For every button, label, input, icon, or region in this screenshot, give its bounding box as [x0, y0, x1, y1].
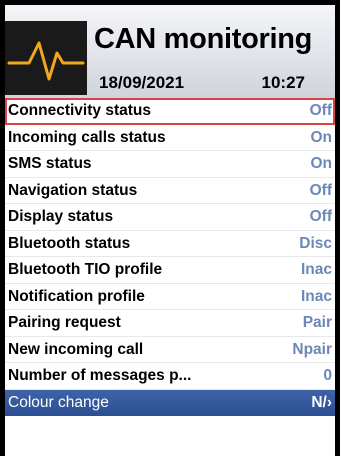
- pulse-waveform-icon: [5, 21, 87, 95]
- header: CAN monitoring 18/09/2021 10:27: [5, 5, 335, 98]
- list-item-colour-change[interactable]: Colour change N/›: [5, 389, 335, 416]
- list-item-bluetooth-tio-profile[interactable]: Bluetooth TIO profile Inac: [5, 257, 335, 284]
- list-item-label: Number of messages p...: [8, 367, 192, 384]
- list-item-label: SMS status: [8, 155, 92, 172]
- list-item-sms-status[interactable]: SMS status On: [5, 151, 335, 178]
- list-item-notification-profile[interactable]: Notification profile Inac: [5, 284, 335, 310]
- page-title: CAN monitoring: [94, 23, 313, 55]
- list-item-value: Off: [309, 208, 332, 225]
- list-item-value: Pair: [302, 314, 332, 331]
- list-item-value: On: [310, 155, 332, 172]
- list-item-connectivity-status[interactable]: Connectivity status Off: [5, 98, 335, 125]
- list-item-label: Navigation status: [8, 181, 138, 199]
- list-item-value: Off: [309, 181, 332, 199]
- list-item-label: Incoming calls status: [8, 128, 166, 146]
- list-item-label: Connectivity status: [8, 102, 151, 119]
- list-item-value: Inac: [300, 261, 332, 278]
- list-item-value: 0: [323, 367, 332, 384]
- list-item-label: Colour change: [8, 393, 109, 411]
- list-item-value: Off: [309, 102, 332, 119]
- list-item-label: Display status: [8, 208, 114, 225]
- device-frame: CAN monitoring 18/09/2021 10:27 Connecti…: [0, 0, 340, 456]
- list-item-value: Npair: [292, 340, 332, 358]
- list-item-label: Bluetooth status: [8, 234, 131, 252]
- list-item-label: Pairing request: [8, 314, 121, 331]
- value-text: N/: [311, 393, 327, 411]
- list-item-label: New incoming call: [8, 340, 144, 358]
- list-item-label: Notification profile: [8, 287, 145, 305]
- list-item-value: N/›: [311, 394, 332, 412]
- list-item-bluetooth-status[interactable]: Bluetooth status Disc: [5, 231, 335, 257]
- list-item-incoming-calls-status[interactable]: Incoming calls status On: [5, 125, 335, 151]
- list-item-new-incoming-call[interactable]: New incoming call Npair: [5, 337, 335, 363]
- time-display: 10:27: [261, 73, 305, 92]
- list-item-label: Bluetooth TIO profile: [8, 261, 163, 278]
- chevron-right-icon: ›: [326, 393, 332, 411]
- list-item-display-status[interactable]: Display status Off: [5, 204, 335, 231]
- list-item-value: Inac: [300, 287, 332, 305]
- list-item-value: Disc: [299, 234, 332, 252]
- status-list: Connectivity status Off Incoming calls s…: [5, 98, 335, 416]
- list-item-number-of-messages[interactable]: Number of messages p... 0: [5, 363, 335, 390]
- screen: CAN monitoring 18/09/2021 10:27 Connecti…: [5, 5, 335, 456]
- list-item-navigation-status[interactable]: Navigation status Off: [5, 178, 335, 204]
- date-display: 18/09/2021: [99, 73, 185, 92]
- list-item-pairing-request[interactable]: Pairing request Pair: [5, 310, 335, 337]
- list-item-value: On: [310, 128, 332, 146]
